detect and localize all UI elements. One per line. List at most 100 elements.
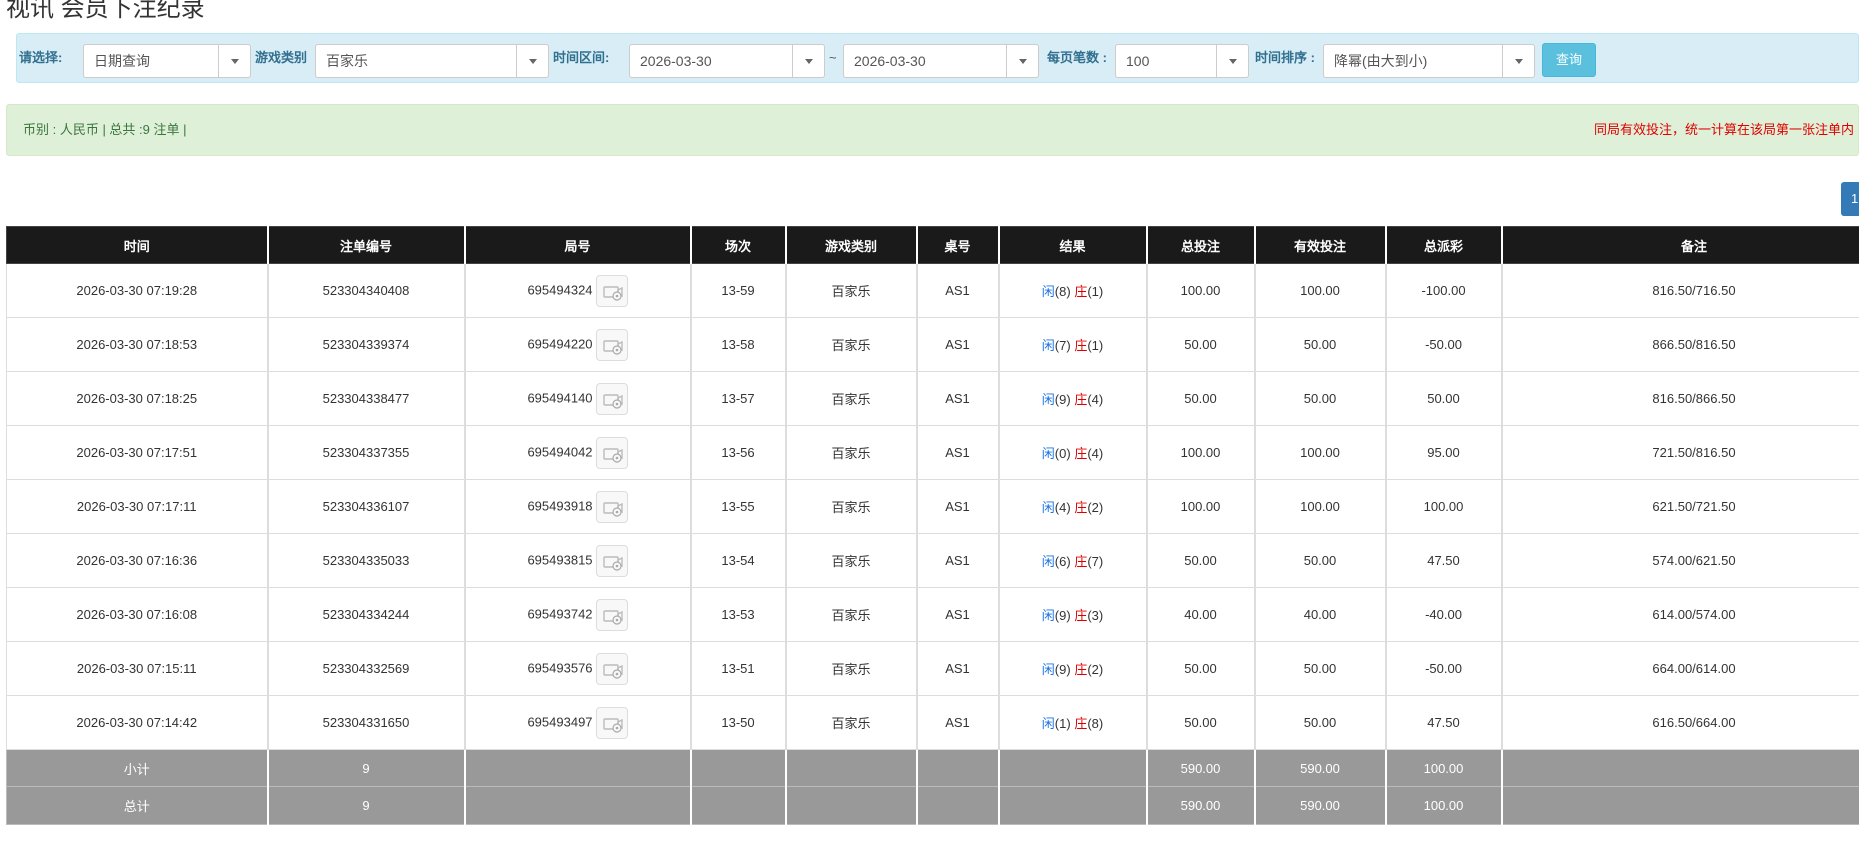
cell-time: 2026-03-30 07:17:51: [6, 425, 269, 480]
cell-result: 闲(9) 庄(4): [998, 371, 1148, 426]
video-replay-icon[interactable]: [595, 706, 628, 739]
cell-round: 695493497: [464, 695, 692, 750]
cell-time: 2026-03-30 07:15:11: [6, 641, 269, 696]
date-to-select[interactable]: 2026-03-30: [843, 44, 1039, 78]
select-label: 请选择:: [19, 50, 63, 65]
player-points: (9): [1054, 392, 1071, 407]
pagination-page-button[interactable]: 1: [1841, 182, 1859, 216]
cell-result: 闲(0) 庄(4): [998, 425, 1148, 480]
table-row: 2026-03-30 07:18:53 523304339374 695494220…: [6, 317, 1859, 372]
col-header-payout: 总派彩: [1385, 226, 1503, 264]
cell-note: 816.50/866.50: [1501, 371, 1859, 426]
cell-total-bet[interactable]: 50.00: [1146, 371, 1256, 426]
player-points: (7): [1054, 338, 1071, 353]
cell-result: 闲(8) 庄(1): [998, 263, 1148, 318]
bet-records-table: 时间 注单编号 局号 场次 游戏类别 桌号 结果 总投注 有效投注 总派彩 备注…: [6, 226, 1859, 825]
filter-bar: 请选择: 日期查询 游戏类别 百家乐 时间区间: 2026-03-30 ~ 20…: [16, 33, 1859, 83]
cell-total-bet[interactable]: 50.00: [1146, 317, 1256, 372]
cell-total-bet[interactable]: 50.00: [1146, 695, 1256, 750]
cell-total-bet[interactable]: 50.00: [1146, 641, 1256, 696]
video-replay-icon[interactable]: [595, 652, 628, 685]
col-header-shoe: 场次: [690, 226, 787, 264]
cell-shoe: 13-50: [690, 695, 787, 750]
per-page-select[interactable]: 100: [1115, 44, 1249, 78]
round-number: 695494324: [527, 281, 593, 297]
cell-note: 866.50/816.50: [1501, 317, 1859, 372]
banker-label: 庄: [1074, 608, 1088, 623]
cell-total-bet[interactable]: 100.00: [1146, 425, 1256, 480]
player-points: (4): [1054, 500, 1071, 515]
banker-points: (4): [1087, 446, 1104, 461]
banker-label: 庄: [1074, 446, 1088, 461]
player-label: 闲: [1041, 554, 1055, 569]
summary-bar: 币别 : 人民币 | 总共 :9 注单 | 同局有效投注，统一计算在该局第一张注…: [6, 104, 1859, 156]
per-page-value: 100: [1126, 53, 1150, 69]
round-number: 695493576: [527, 659, 593, 675]
cell-round: 695494140: [464, 371, 692, 426]
sort-order-select[interactable]: 降幂(由大到小): [1323, 44, 1535, 78]
cell-table: AS1: [916, 587, 1000, 642]
cell-table: AS1: [916, 641, 1000, 696]
cell-total-bet[interactable]: 100.00: [1146, 479, 1256, 534]
cell-payout: 47.50: [1385, 695, 1503, 750]
video-replay-icon[interactable]: [595, 544, 628, 577]
cell-valid-bet: 100.00: [1254, 263, 1387, 318]
query-type-select[interactable]: 日期查询: [83, 44, 251, 78]
round-number: 695494220: [527, 335, 593, 351]
video-replay-icon[interactable]: [595, 328, 628, 361]
cell-payout: 50.00: [1385, 371, 1503, 426]
cell-shoe: 13-55: [690, 479, 787, 534]
player-label: 闲: [1041, 338, 1055, 353]
query-button[interactable]: 查询: [1542, 43, 1596, 77]
banker-points: (2): [1087, 500, 1104, 515]
cell-result: 闲(6) 庄(7): [998, 533, 1148, 588]
banker-label: 庄: [1074, 500, 1088, 515]
table-header-row: 时间 注单编号 局号 场次 游戏类别 桌号 结果 总投注 有效投注 总派彩 备注: [6, 226, 1859, 264]
cell-note: 614.00/574.00: [1501, 587, 1859, 642]
video-replay-icon[interactable]: [595, 436, 628, 469]
cell-payout: 95.00: [1385, 425, 1503, 480]
cell-round: 695493576: [464, 641, 692, 696]
banker-label: 庄: [1074, 392, 1088, 407]
round-number: 695493815: [527, 551, 593, 567]
col-header-result: 结果: [998, 226, 1148, 264]
cell-total-bet[interactable]: 100.00: [1146, 263, 1256, 318]
banker-points: (1): [1087, 284, 1104, 299]
cell-game: 百家乐: [785, 317, 918, 372]
cell-round: 695493815: [464, 533, 692, 588]
date-to-value: 2026-03-30: [854, 53, 926, 69]
cell-shoe: 13-54: [690, 533, 787, 588]
subtotal-row: 小计 9 590.00 590.00 100.00: [6, 749, 1859, 787]
cell-table: AS1: [916, 695, 1000, 750]
video-replay-icon[interactable]: [595, 598, 628, 631]
cell-table: AS1: [916, 479, 1000, 534]
cell-valid-bet: 50.00: [1254, 371, 1387, 426]
date-from-value: 2026-03-30: [640, 53, 712, 69]
cell-bet-id: 523304331650: [267, 695, 466, 750]
cell-shoe: 13-59: [690, 263, 787, 318]
cell-game: 百家乐: [785, 479, 918, 534]
round-number: 695493497: [527, 713, 593, 729]
round-number: 695494140: [527, 389, 593, 405]
table-row: 2026-03-30 07:15:11 523304332569 695493576…: [6, 641, 1859, 696]
game-type-label: 游戏类别: [255, 50, 308, 65]
cell-valid-bet: 100.00: [1254, 479, 1387, 534]
cell-payout: 47.50: [1385, 533, 1503, 588]
per-page-label: 每页笔数 :: [1047, 50, 1107, 65]
cell-total-bet[interactable]: 40.00: [1146, 587, 1256, 642]
col-header-valid-bet: 有效投注: [1254, 226, 1387, 264]
cell-table: AS1: [916, 263, 1000, 318]
table-row: 2026-03-30 07:16:36 523304335033 695493815…: [6, 533, 1859, 588]
player-label: 闲: [1041, 284, 1055, 299]
player-points: (0): [1054, 446, 1071, 461]
video-replay-icon[interactable]: [595, 274, 628, 307]
video-replay-icon[interactable]: [595, 490, 628, 523]
banker-points: (3): [1087, 608, 1104, 623]
date-from-select[interactable]: 2026-03-30: [629, 44, 825, 78]
cell-total-bet[interactable]: 50.00: [1146, 533, 1256, 588]
video-replay-icon[interactable]: [595, 382, 628, 415]
player-points: (9): [1054, 662, 1071, 677]
subtotal-valid-bet: 590.00: [1254, 749, 1387, 787]
player-points: (8): [1054, 284, 1071, 299]
game-type-select[interactable]: 百家乐: [315, 44, 549, 78]
